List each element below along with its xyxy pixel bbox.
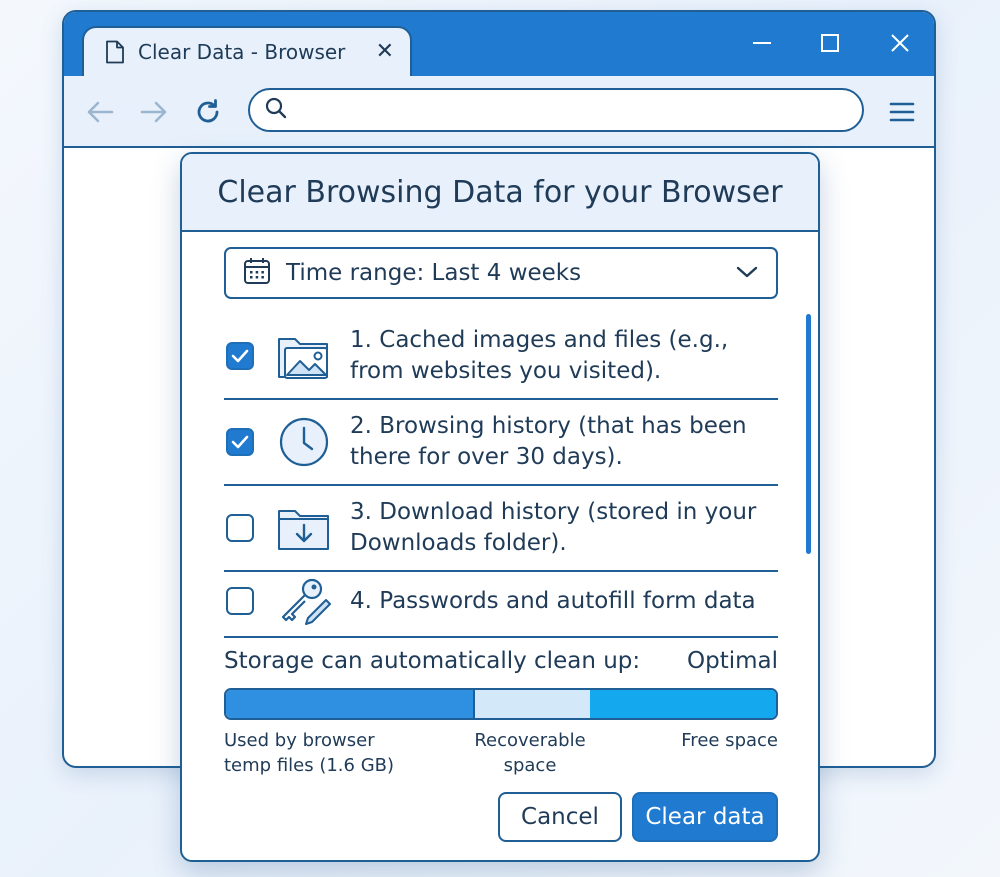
image-folder-icon — [276, 328, 332, 384]
url-input[interactable] — [296, 94, 862, 126]
storage-segment-used — [226, 690, 473, 718]
option-cached-images[interactable]: 1. Cached images and files (e.g., from w… — [224, 314, 778, 400]
option-browsing-history[interactable]: 2. Browsing history (that has been there… — [224, 400, 778, 486]
legend-used: Used by browser temp files (1.6 GB) — [224, 730, 395, 776]
arrow-left-icon[interactable] — [82, 94, 118, 130]
chevron-down-icon — [736, 264, 758, 283]
checkbox-checked[interactable] — [226, 342, 254, 370]
checkbox-unchecked[interactable] — [226, 587, 254, 615]
storage-status: Optimal — [686, 648, 778, 674]
document-icon — [104, 40, 126, 64]
close-icon[interactable] — [878, 26, 922, 60]
maximize-icon[interactable] — [808, 26, 852, 60]
cancel-button[interactable]: Cancel — [498, 792, 622, 842]
option-passwords[interactable]: 4. Passwords and autofill form data — [224, 572, 778, 638]
legend-recoverable: Recoverable space — [474, 730, 586, 776]
clear-data-dialog: Clear Browsing Data for your Browser Tim… — [180, 152, 820, 862]
address-bar[interactable] — [248, 88, 864, 132]
clear-data-button[interactable]: Clear data — [632, 792, 778, 842]
checkbox-unchecked[interactable] — [226, 514, 254, 542]
tab-title: Clear Data - Browser — [138, 40, 346, 64]
title-bar: Clear Data - Browser ✕ — [64, 12, 934, 80]
checkbox-checked[interactable] — [226, 428, 254, 456]
reload-icon[interactable] — [190, 94, 226, 130]
option-label: 4. Passwords and autofill form data — [350, 587, 756, 614]
storage-heading: Storage can automatically clean up: Opti… — [224, 648, 778, 674]
arrow-right-icon[interactable] — [136, 94, 172, 130]
search-icon — [264, 96, 288, 124]
option-label: 2. Browsing history (that has been there… — [350, 413, 747, 470]
storage-segment-recoverable — [472, 690, 590, 718]
storage-heading-label: Storage can automatically clean up: — [224, 648, 641, 674]
options-scrollbar[interactable] — [806, 314, 811, 554]
browser-toolbar — [64, 76, 934, 148]
time-range-select[interactable]: Time range: Last 4 weeks — [224, 247, 778, 299]
legend-free: Free space — [681, 730, 778, 751]
minimize-icon[interactable] — [740, 26, 784, 60]
key-pencil-icon — [276, 573, 332, 629]
option-label: 3. Download history (stored in your Down… — [350, 499, 757, 556]
tab-close-icon[interactable]: ✕ — [376, 41, 394, 63]
calendar-icon — [242, 256, 272, 290]
data-options-list: 1. Cached images and files (e.g., from w… — [224, 314, 778, 638]
storage-bar — [224, 688, 778, 720]
time-range-label: Time range: Last 4 weeks — [286, 260, 582, 286]
browser-tab[interactable]: Clear Data - Browser ✕ — [82, 26, 412, 80]
dialog-header: Clear Browsing Data for your Browser — [182, 154, 818, 232]
menu-icon[interactable] — [884, 94, 920, 130]
clock-icon — [276, 414, 332, 470]
dialog-title: Clear Browsing Data for your Browser — [217, 174, 783, 210]
option-download-history[interactable]: 3. Download history (stored in your Down… — [224, 486, 778, 572]
option-label: 1. Cached images and files (e.g., from w… — [350, 327, 729, 384]
storage-segment-free — [589, 690, 776, 718]
download-folder-icon — [276, 500, 332, 556]
